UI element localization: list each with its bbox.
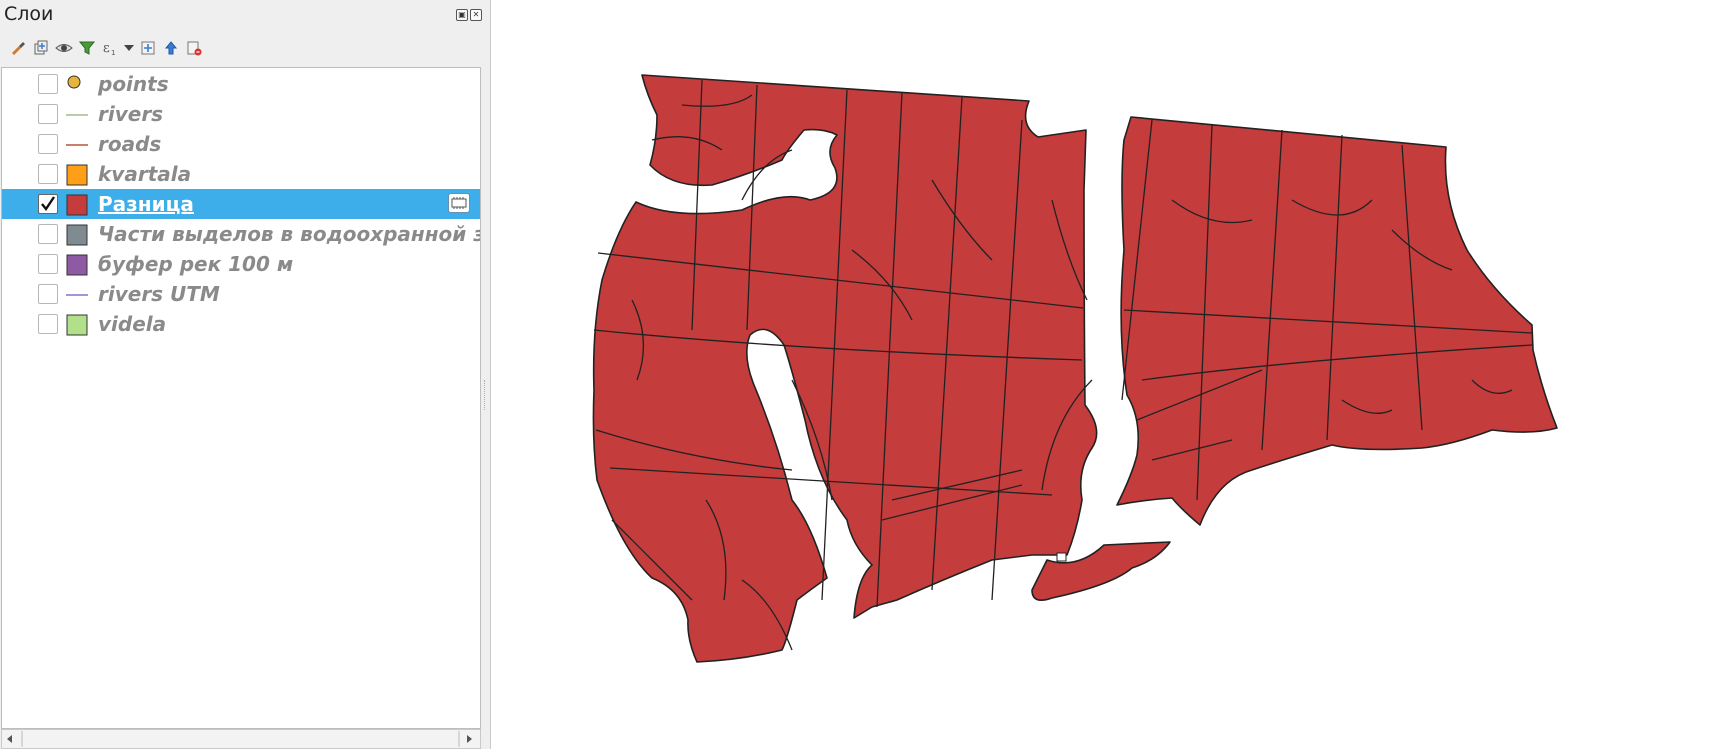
map-canvas[interactable] xyxy=(492,0,1719,749)
svg-text:1: 1 xyxy=(111,49,115,56)
panel-title: Слои xyxy=(4,3,54,25)
layer-name: буфер рек 100 м xyxy=(98,252,294,276)
layer-row[interactable]: points xyxy=(2,69,480,99)
float-icon[interactable]: ▣ xyxy=(456,9,468,21)
layer-indicator-icon[interactable] xyxy=(448,193,470,213)
remove-layer-icon[interactable] xyxy=(184,38,204,58)
layer-visibility-checkbox[interactable] xyxy=(38,104,58,124)
layer-visibility-checkbox[interactable] xyxy=(38,254,58,274)
layer-visibility-checkbox[interactable] xyxy=(38,134,58,154)
layer-visibility-checkbox[interactable] xyxy=(38,164,58,184)
layers-panel: Слои ▣ ✕ ε1 points rivers roads kvartala… xyxy=(0,0,491,749)
scroll-left-icon xyxy=(7,735,12,743)
layer-symbol-icon xyxy=(66,194,88,216)
layers-toolbar: ε1 xyxy=(8,37,204,59)
layer-visibility-checkbox[interactable] xyxy=(38,194,58,214)
layer-name: points xyxy=(98,72,169,96)
layer-symbol-icon xyxy=(66,74,88,96)
map-layer-raznitsa xyxy=(592,74,1558,663)
layer-visibility-checkbox[interactable] xyxy=(38,74,58,94)
add-group-icon[interactable] xyxy=(31,38,51,58)
layer-symbol-icon xyxy=(66,314,88,336)
layer-name: kvartala xyxy=(98,162,192,186)
filter-icon[interactable] xyxy=(77,38,97,58)
map-polygon xyxy=(592,74,1098,663)
layer-visibility-checkbox[interactable] xyxy=(38,284,58,304)
layer-symbol-icon xyxy=(66,134,88,156)
layer-tree[interactable]: points rivers roads kvartala Разница Части вы… xyxy=(1,67,481,729)
scroll-right-icon xyxy=(467,735,472,743)
horizontal-scrollbar[interactable] xyxy=(1,729,481,749)
layer-row[interactable]: Разница xyxy=(2,189,480,219)
layer-symbol-icon xyxy=(66,224,88,246)
layer-symbol-icon xyxy=(66,164,88,186)
layer-symbol-icon xyxy=(66,104,88,126)
collapse-all-icon[interactable] xyxy=(161,38,181,58)
expand-all-icon[interactable] xyxy=(138,38,158,58)
layer-row[interactable]: videla xyxy=(2,309,480,339)
close-icon[interactable]: ✕ xyxy=(470,9,482,21)
layer-row[interactable]: roads xyxy=(2,129,480,159)
layer-visibility-checkbox[interactable] xyxy=(38,314,58,334)
layer-name: rivers xyxy=(98,102,164,126)
layer-name: Разница xyxy=(98,192,194,216)
svg-text:ε: ε xyxy=(103,41,110,56)
layer-row[interactable]: Части выделов в водоохранной зоне — xyxy=(2,219,480,249)
expression-filter-icon[interactable]: ε1 xyxy=(100,38,120,58)
layer-symbol-icon xyxy=(66,284,88,306)
dropdown-arrow-icon[interactable] xyxy=(123,38,135,58)
map-hole xyxy=(1056,552,1067,562)
visibility-eye-icon[interactable] xyxy=(54,38,74,58)
layer-name: roads xyxy=(98,132,162,156)
layer-symbol-icon xyxy=(66,254,88,276)
layer-row[interactable]: буфер рек 100 м xyxy=(2,249,480,279)
layer-name: Части выделов в водоохранной зоне — xyxy=(98,222,480,246)
layer-row[interactable]: rivers xyxy=(2,99,480,129)
panel-splitter[interactable] xyxy=(484,380,487,410)
layer-row[interactable]: kvartala xyxy=(2,159,480,189)
map-polygon xyxy=(1116,116,1558,526)
layer-visibility-checkbox[interactable] xyxy=(38,224,58,244)
layer-name: rivers UTM xyxy=(98,282,220,306)
layer-name: videla xyxy=(98,312,167,336)
style-brush-icon[interactable] xyxy=(8,38,28,58)
layer-row[interactable]: rivers UTM xyxy=(2,279,480,309)
